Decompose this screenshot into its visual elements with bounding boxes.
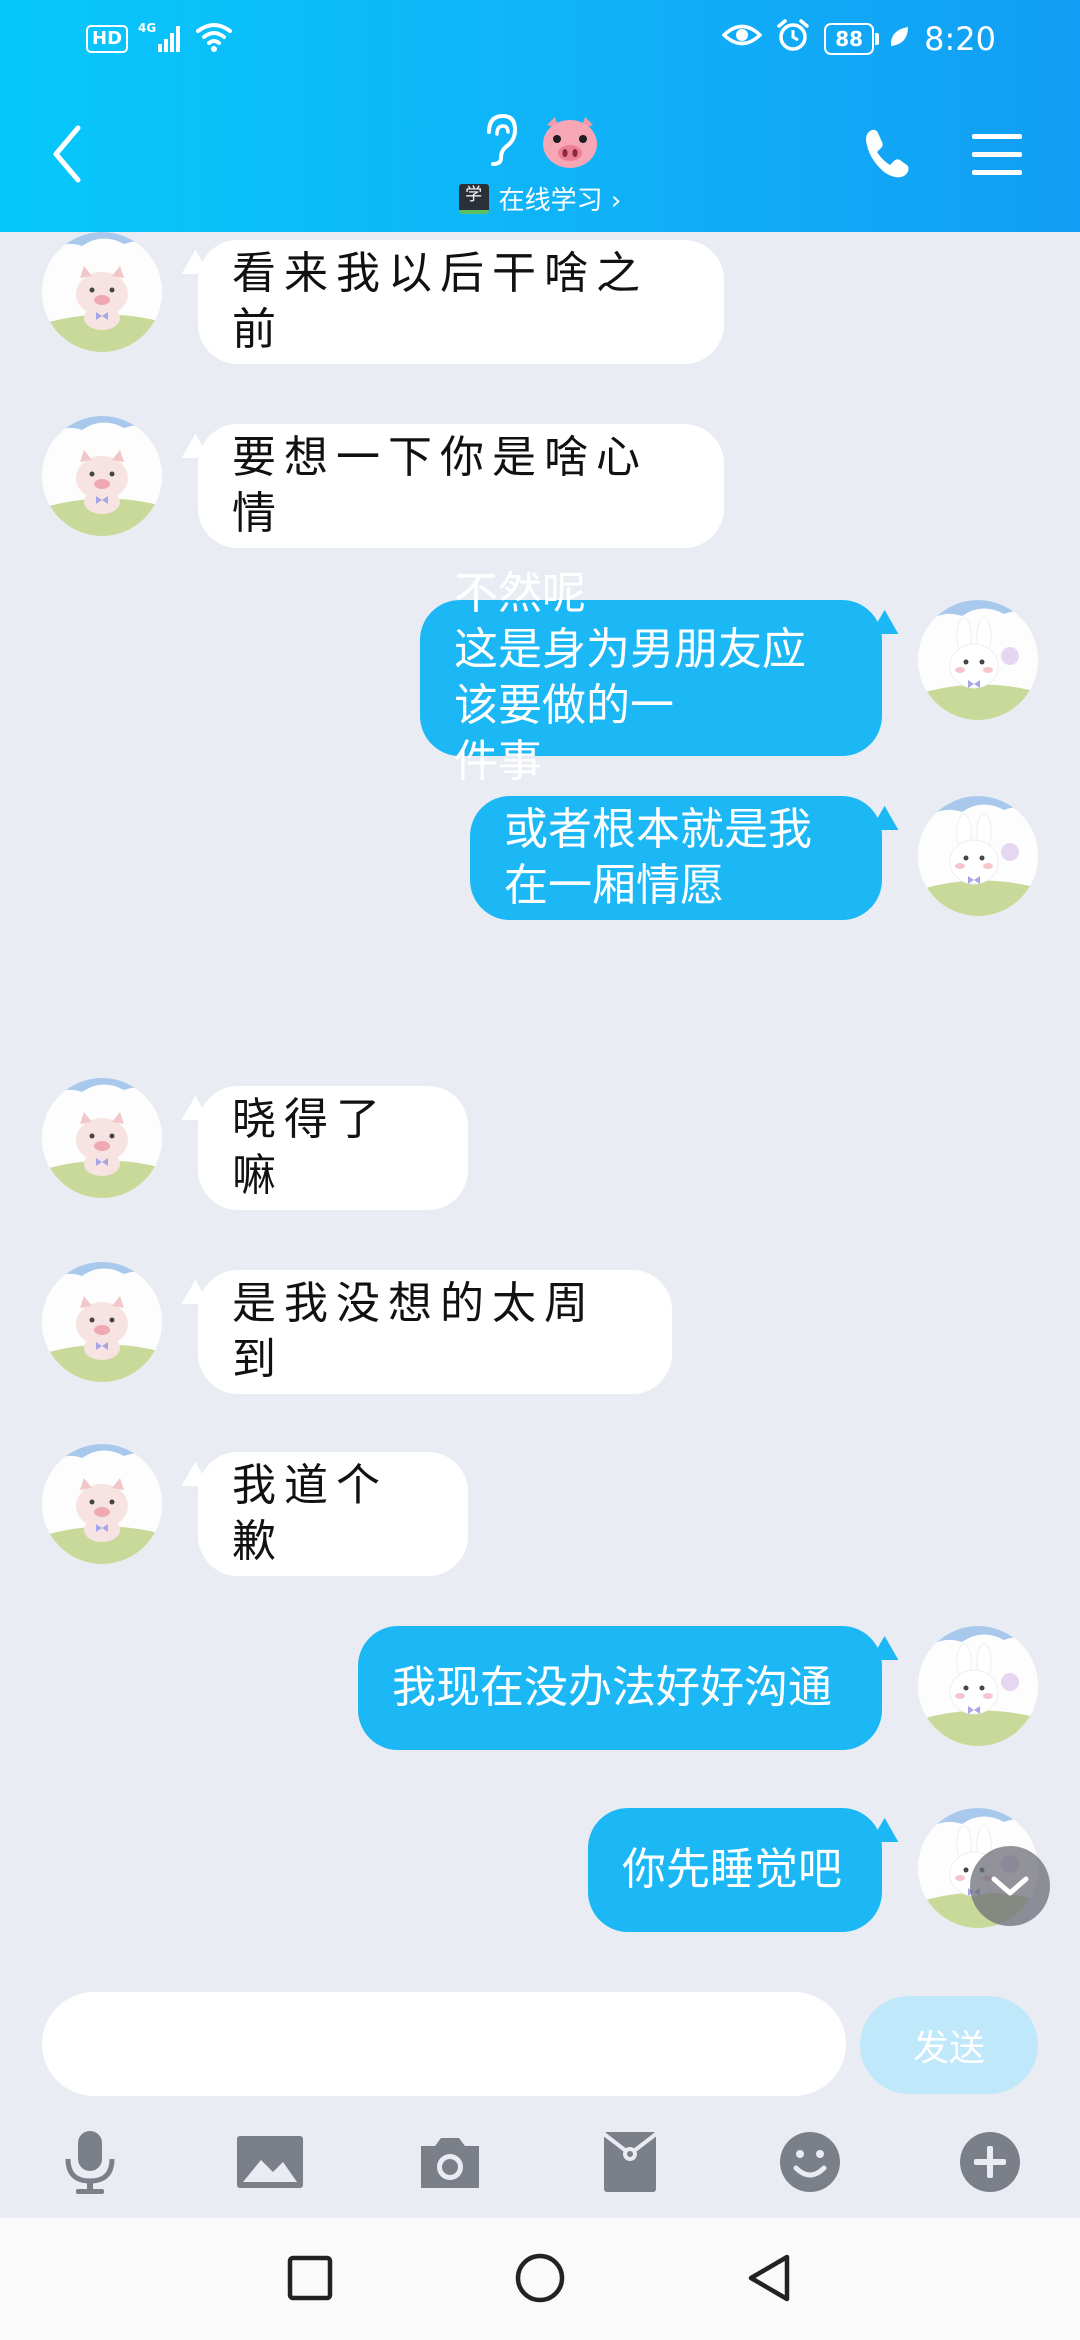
status-bar: HD 4G 88 8:20	[0, 0, 1080, 80]
incoming-message-bubble[interactable]: 晓得了嘛	[198, 1086, 468, 1210]
incoming-message-bubble[interactable]: 我道个歉	[198, 1452, 468, 1576]
photo-button[interactable]	[230, 2122, 310, 2202]
battery-indicator: 88	[824, 23, 880, 55]
pig-avatar[interactable]	[42, 1078, 162, 1198]
message-input[interactable]	[42, 1992, 846, 2096]
incoming-message-bubble[interactable]: 要想一下你是啥心情	[198, 424, 724, 548]
emoji-icon	[780, 2132, 840, 2192]
phone-icon	[866, 129, 909, 178]
outgoing-message-bubble[interactable]: 不然呢 这是身为男朋友应该要做的一 件事	[420, 568, 882, 787]
clock-time: 8:20	[924, 20, 996, 58]
nav-bar: 学 在线学习 ›	[0, 80, 1080, 232]
ear-icon	[479, 112, 519, 172]
composer: 发送	[0, 1972, 1080, 2112]
study-status-icon: 学	[458, 183, 489, 214]
voice-input-button[interactable]	[50, 2122, 130, 2202]
recent-apps-button[interactable]	[280, 2248, 340, 2308]
pig-avatar[interactable]	[42, 1444, 162, 1564]
menu-button[interactable]	[966, 124, 1026, 184]
message-list[interactable]: 看来我以后干啥之前 要想一下你是啥心情 不然呢 这是身为男朋友应该要做的一 件事…	[0, 232, 1080, 1972]
emoji-button[interactable]	[770, 2122, 850, 2202]
red-packet-icon	[602, 2132, 658, 2192]
back-nav-button[interactable]	[740, 2248, 800, 2308]
leaf-icon	[888, 20, 910, 58]
signal-icon: 4G	[138, 20, 184, 58]
voice-call-button[interactable]	[858, 124, 918, 184]
bunny-avatar[interactable]	[918, 796, 1038, 916]
network-label: 4G	[138, 21, 156, 35]
bunny-avatar[interactable]	[918, 600, 1038, 720]
alarm-icon	[776, 18, 810, 60]
eye-icon	[721, 20, 763, 58]
pig-avatar[interactable]	[42, 416, 162, 536]
camera-icon	[421, 2138, 479, 2188]
plus-icon	[960, 2132, 1020, 2192]
red-packet-button[interactable]	[590, 2122, 670, 2202]
chat-header: HD 4G 88 8:20 学 在线学习 ›	[0, 0, 1080, 232]
square-icon	[287, 2255, 333, 2301]
camera-button[interactable]	[410, 2122, 490, 2202]
chat-subtitle: 在线学习 ›	[498, 186, 622, 216]
hd-badge: HD	[86, 25, 129, 53]
incoming-message-bubble[interactable]: 是我没想的太周到	[198, 1270, 672, 1394]
mic-icon	[65, 2131, 115, 2194]
wifi-icon	[194, 21, 234, 57]
outgoing-message-bubble[interactable]: 你先睡觉吧	[588, 1808, 882, 1932]
scroll-to-bottom-button[interactable]	[970, 1846, 1050, 1926]
outgoing-message-bubble[interactable]: 我现在没办法好好沟通	[358, 1626, 882, 1750]
bunny-avatar[interactable]	[918, 1626, 1038, 1746]
incoming-message-bubble[interactable]: 看来我以后干啥之前	[198, 240, 724, 364]
pig-emoji-icon	[539, 115, 601, 169]
circle-icon	[515, 2253, 565, 2303]
composer-toolbar	[0, 2112, 1080, 2218]
pig-avatar[interactable]	[42, 232, 162, 352]
image-icon	[237, 2136, 303, 2188]
more-button[interactable]	[950, 2122, 1030, 2202]
triangle-back-icon	[748, 2254, 790, 2302]
pig-avatar[interactable]	[42, 1262, 162, 1382]
send-button[interactable]: 发送	[860, 1996, 1038, 2094]
home-button[interactable]	[510, 2248, 570, 2308]
chat-title[interactable]: 学 在线学习 ›	[0, 110, 1080, 217]
hamburger-icon	[972, 134, 1022, 175]
outgoing-message-bubble[interactable]: 或者根本就是我在一厢情愿	[470, 796, 882, 920]
chevron-down-icon	[991, 1876, 1029, 1896]
system-navigation-bar	[0, 2218, 1080, 2340]
